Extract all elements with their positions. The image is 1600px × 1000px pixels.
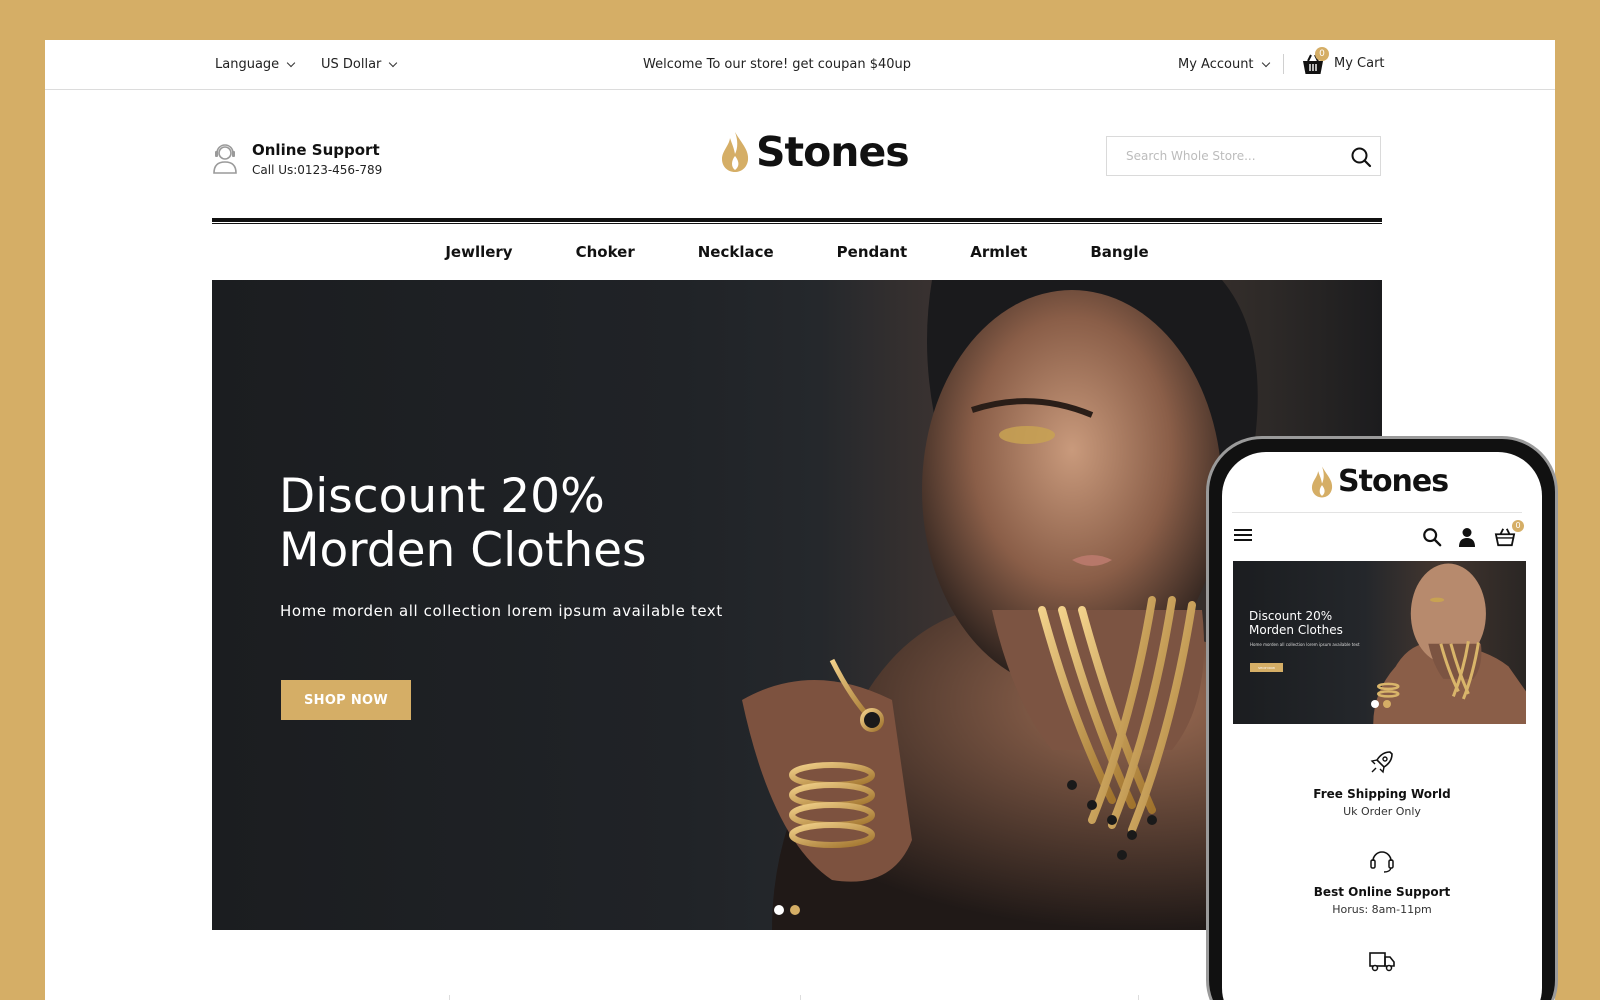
slider-dot-2[interactable]	[790, 905, 800, 915]
header-divider	[212, 218, 1382, 222]
mobile-hero-banner: Discount 20% Morden Clothes Home morden …	[1233, 561, 1526, 724]
chevron-down-icon	[389, 58, 398, 67]
nav-item-jewllery[interactable]: Jewllery	[445, 243, 512, 261]
mobile-preview-frame: Stones 0 Discount 20% Morden Clothes Hom…	[1206, 436, 1558, 1000]
mobile-cart-count-badge: 0	[1512, 520, 1524, 532]
search-icon[interactable]	[1350, 146, 1372, 168]
mobile-logo-text: Stones	[1338, 464, 1449, 499]
shop-now-button[interactable]: SHOP NOW	[281, 680, 411, 720]
chevron-down-icon	[286, 58, 296, 67]
nav-item-necklace[interactable]: Necklace	[698, 243, 774, 261]
feature-subtitle: Uk Order Only	[1343, 805, 1421, 818]
hero-subtitle: Home morden all collection lorem ipsum a…	[280, 602, 723, 620]
divider	[1138, 995, 1139, 1000]
cart-count-badge: 0	[1315, 47, 1329, 61]
truck-icon	[1369, 952, 1395, 972]
feature-online-support: Best Online Support Horus: 8am-11pm	[1222, 846, 1542, 916]
feature-delivery	[1222, 946, 1542, 974]
chevron-down-icon	[1261, 58, 1270, 67]
search-box	[1106, 136, 1381, 176]
nav-item-armlet[interactable]: Armlet	[970, 243, 1027, 261]
flame-logo-icon	[722, 132, 749, 172]
user-icon[interactable]	[1458, 527, 1476, 547]
language-label: Language	[215, 57, 280, 72]
mobile-slider-dot-1[interactable]	[1371, 700, 1379, 708]
mobile-screen: Stones 0 Discount 20% Morden Clothes Hom…	[1222, 452, 1542, 1000]
divider	[449, 995, 450, 1000]
search-input[interactable]	[1107, 137, 1343, 175]
mobile-hero-title-line2: Morden Clothes	[1249, 623, 1343, 637]
divider	[800, 995, 801, 1000]
logo-text: Stones	[756, 128, 910, 176]
feature-title: Best Online Support	[1313, 885, 1451, 899]
mobile-shop-now-button[interactable]: SHOP NOW	[1250, 663, 1283, 672]
headset-icon	[1370, 851, 1394, 873]
support-agent-icon	[213, 144, 237, 174]
my-cart-link[interactable]: My Cart	[1334, 56, 1385, 71]
mobile-hero-title-line1: Discount 20%	[1249, 609, 1333, 623]
support-phone: Call Us:0123-456-789	[252, 163, 383, 177]
top-bar: Language US Dollar Welcome To our store!…	[45, 40, 1555, 90]
mobile-slider-dots	[1371, 700, 1391, 708]
feature-free-shipping: Free Shipping World Uk Order Only	[1222, 748, 1542, 818]
hero-title-line2: Morden Clothes	[279, 523, 647, 578]
nav-item-bangle[interactable]: Bangle	[1090, 243, 1148, 261]
language-dropdown[interactable]: Language	[215, 57, 296, 72]
mobile-header-divider	[1232, 512, 1522, 513]
online-support-title: Online Support	[252, 141, 380, 159]
flame-logo-icon	[1311, 466, 1333, 497]
feature-subtitle: Horus: 8am-11pm	[1332, 903, 1432, 916]
feature-title: Free Shipping World	[1313, 787, 1451, 801]
currency-dropdown[interactable]: US Dollar	[321, 57, 398, 72]
mobile-slider-dot-2[interactable]	[1383, 700, 1391, 708]
slider-dots	[774, 905, 800, 915]
main-nav: Jewllery Choker Necklace Pendant Armlet …	[212, 224, 1382, 280]
my-account-dropdown[interactable]: My Account	[1178, 57, 1270, 72]
site-logo[interactable]: Stones	[720, 128, 910, 176]
search-icon[interactable]	[1422, 527, 1442, 547]
nav-item-pendant[interactable]: Pendant	[837, 243, 908, 261]
currency-label: US Dollar	[321, 57, 382, 72]
mobile-hero-subtitle: Home morden all collection lorem ipsum a…	[1250, 642, 1360, 647]
hero-title: Discount 20% Morden Clothes	[279, 470, 879, 578]
rocket-icon	[1370, 751, 1393, 774]
hamburger-menu-icon[interactable]	[1234, 528, 1252, 542]
my-account-label: My Account	[1178, 57, 1254, 72]
hero-title-line1: Discount 20%	[279, 469, 605, 524]
mobile-logo[interactable]: Stones	[1310, 464, 1449, 499]
mobile-hero-title: Discount 20% Morden Clothes	[1249, 609, 1399, 637]
nav-item-choker[interactable]: Choker	[576, 243, 635, 261]
divider	[1283, 54, 1284, 74]
welcome-message: Welcome To our store! get coupan $40up	[643, 57, 912, 72]
slider-dot-1[interactable]	[774, 905, 784, 915]
